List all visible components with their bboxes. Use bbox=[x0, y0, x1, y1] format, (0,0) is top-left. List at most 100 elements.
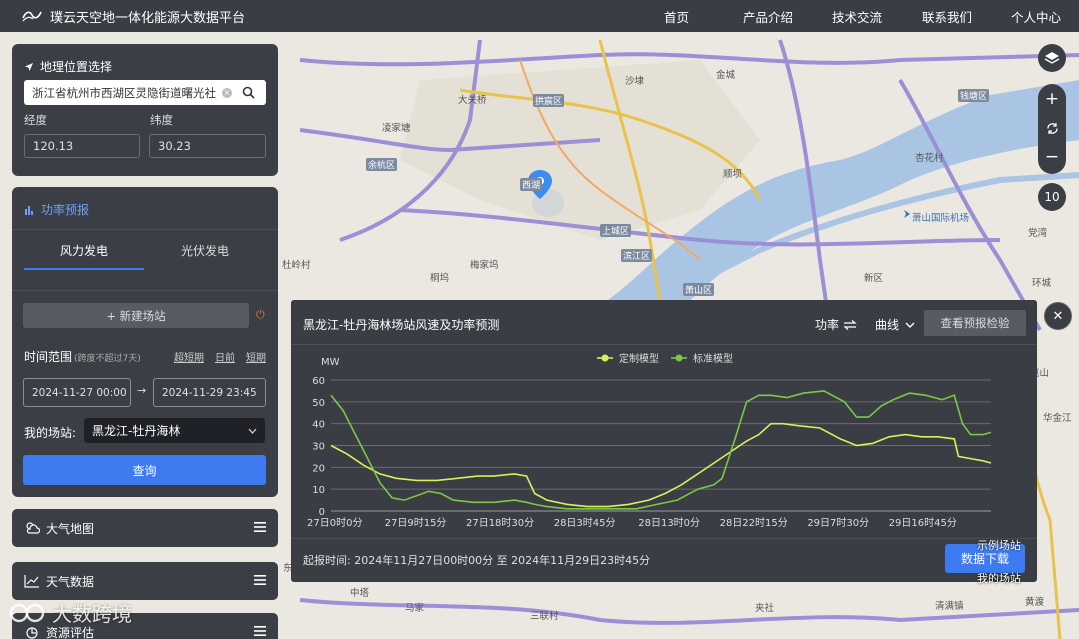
series-line-1 bbox=[330, 422, 992, 508]
watermark-logo-icon bbox=[9, 603, 45, 622]
legend-label: 定制模型 bbox=[619, 352, 659, 365]
reset-rotation-icon[interactable] bbox=[1038, 117, 1066, 139]
map-label: 余杭区 bbox=[366, 158, 398, 171]
x-tick-label: 27日18时30分 bbox=[466, 517, 534, 529]
map-label: 环城 bbox=[1032, 278, 1052, 289]
map-label: 党湾 bbox=[1028, 228, 1048, 239]
station-select[interactable]: 黑龙江-牡丹海林 bbox=[84, 418, 265, 443]
legend-marker bbox=[675, 354, 683, 362]
search-icon[interactable] bbox=[242, 86, 255, 99]
forecast-chart: MW 0 10 20 30 40 50 60 27日0时0分 27日9时15分 27日18时30分 2… bbox=[307, 352, 992, 529]
bar-chart-icon bbox=[25, 205, 33, 215]
power-label: 功率 bbox=[815, 318, 840, 332]
curve-select[interactable]: 曲线 bbox=[875, 316, 915, 333]
quick-short[interactable]: 短期 bbox=[246, 349, 266, 364]
zoom-in-icon[interactable]: + bbox=[1038, 88, 1066, 110]
lat-label: 纬度 bbox=[150, 113, 173, 127]
station-value: 黑龙江-牡丹海林 bbox=[92, 424, 181, 438]
chevron-down-icon bbox=[905, 322, 915, 328]
map-label: 萧山国际机场 bbox=[912, 213, 970, 224]
menu-icon[interactable] bbox=[254, 574, 266, 586]
menu-icon[interactable] bbox=[254, 625, 266, 637]
map-label: 沙埭 bbox=[625, 76, 645, 87]
map-label: 钱塘区 bbox=[958, 89, 990, 102]
forecast-title-text: 功率预报 bbox=[41, 203, 90, 217]
map-label: 杜岭村 bbox=[282, 260, 311, 271]
zoom-out-icon[interactable]: − bbox=[1038, 146, 1066, 168]
y-tick-label: 0 bbox=[319, 507, 325, 518]
quick-dayahead[interactable]: 日前 bbox=[215, 349, 235, 364]
swap-icon bbox=[843, 319, 857, 330]
range-arrow: → bbox=[137, 384, 147, 397]
map-label: 三联村 bbox=[530, 611, 559, 622]
station-label: 我的场站: bbox=[24, 426, 77, 440]
logo-icon bbox=[22, 8, 42, 24]
forecast-panel bbox=[12, 187, 278, 497]
legend-label: 标准模型 bbox=[693, 352, 733, 365]
power-toggle[interactable]: 功率 bbox=[815, 316, 857, 333]
lng-field[interactable]: 120.13 bbox=[24, 134, 140, 158]
nav-tech[interactable]: 技术交流 bbox=[832, 0, 882, 32]
map-label: 新区 bbox=[864, 273, 884, 284]
legend-my-station: 我的场站 bbox=[977, 572, 1021, 585]
x-tick-label: 27日9时15分 bbox=[385, 517, 447, 529]
address-input[interactable] bbox=[32, 85, 222, 100]
x-tick-label: 27日0时0分 bbox=[307, 517, 362, 529]
menu-icon[interactable] bbox=[254, 521, 266, 533]
navigation-arrow-icon bbox=[25, 62, 33, 71]
quick-ultrashort[interactable]: 超短期 bbox=[174, 349, 204, 364]
tab-wind[interactable]: 风力发电 bbox=[24, 242, 144, 259]
x-tick-label: 29日7时30分 bbox=[807, 517, 869, 529]
map-label: 中塔 bbox=[350, 588, 370, 599]
legend-demo-station: 示例场站 bbox=[977, 539, 1021, 552]
end-time-input[interactable]: 2024-11-29 23:45 bbox=[153, 378, 266, 407]
map-label: 夹社 bbox=[755, 603, 775, 614]
y-tick-label: 40 bbox=[312, 420, 325, 431]
location-title: 地理位置选择 bbox=[24, 58, 112, 75]
lat-field[interactable]: 30.23 bbox=[149, 134, 266, 158]
clear-icon[interactable]: × bbox=[222, 87, 232, 98]
sidebar-label: 天气数据 bbox=[46, 574, 95, 589]
nav-contact[interactable]: 联系我们 bbox=[922, 0, 972, 32]
app-title: 璞云天空地一体化能源大数据平台 bbox=[50, 10, 246, 26]
new-station-button[interactable]: + 新建场站 bbox=[23, 303, 249, 328]
series-line-2 bbox=[330, 390, 992, 510]
lng-label: 经度 bbox=[24, 113, 47, 127]
map-label: 西湖 bbox=[520, 178, 543, 191]
sidebar-item-weather-data[interactable]: 天气数据 bbox=[12, 562, 278, 600]
nav-home[interactable]: 首页 bbox=[664, 0, 689, 32]
y-tick-label: 10 bbox=[312, 485, 325, 496]
forecast-verify-button[interactable]: 查看预报检验 bbox=[924, 310, 1026, 336]
watermark: 大数跨境 bbox=[8, 598, 132, 627]
map-label: 顺坝 bbox=[723, 169, 743, 180]
sidebar-item-atmosphere-map[interactable]: 大气地图 bbox=[12, 509, 278, 547]
y-tick-label: 60 bbox=[312, 376, 325, 387]
query-button[interactable]: 查询 bbox=[23, 455, 266, 485]
legend-marker bbox=[601, 354, 609, 362]
tab-solar[interactable]: 光伏发电 bbox=[145, 242, 265, 259]
line-chart-icon bbox=[24, 575, 39, 588]
sidebar-label: 大气地图 bbox=[46, 521, 95, 536]
map-label: 华金江 bbox=[1043, 413, 1072, 424]
modal-title: 黑龙江-牡丹海林场站风速及功率预测 bbox=[303, 318, 500, 332]
watermark-text: 大数跨境 bbox=[52, 602, 132, 626]
power-icon[interactable]: ⏻ bbox=[256, 308, 265, 322]
forecast-title: 功率预报 bbox=[24, 201, 89, 218]
tab-indicator bbox=[24, 268, 144, 270]
time-range-label: 时间范围 bbox=[24, 350, 73, 364]
time-range-row: 时间范围 (跨度不超过7天) bbox=[24, 348, 141, 365]
map-label: 滨江区 bbox=[621, 249, 653, 262]
y-axis-label: MW bbox=[321, 357, 340, 368]
x-tick-label: 28日3时45分 bbox=[554, 517, 616, 529]
nav-products[interactable]: 产品介绍 bbox=[743, 0, 793, 32]
top-navbar: 璞云天空地一体化能源大数据平台 bbox=[0, 0, 1079, 32]
map-label: 清满镇 bbox=[935, 601, 964, 612]
layers-icon[interactable] bbox=[1038, 44, 1066, 72]
map-label: 拱宸区 bbox=[533, 94, 565, 107]
chevron-down-icon bbox=[248, 428, 257, 434]
resource-icon bbox=[26, 627, 38, 639]
start-time-input[interactable]: 2024-11-27 00:00 bbox=[23, 378, 131, 407]
forecast-time-text: 起报时间: 2024年11月27日00时00分 至 2024年11月29日23时… bbox=[303, 554, 651, 567]
close-icon[interactable]: ✕ bbox=[1044, 302, 1072, 330]
nav-user-center[interactable]: 个人中心 bbox=[1011, 0, 1061, 32]
